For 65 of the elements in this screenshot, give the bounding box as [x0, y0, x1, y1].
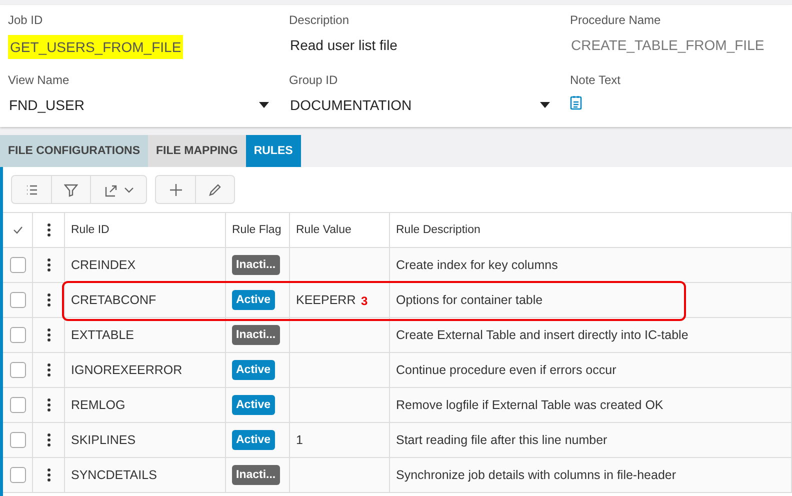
more-icon[interactable]: [46, 293, 50, 307]
dropdown-caret-icon[interactable]: [259, 102, 269, 108]
filter-icon: [64, 182, 78, 196]
table-cell: CREINDEX: [65, 248, 226, 283]
table-cell: SYNCDETAILS: [65, 458, 226, 493]
text-field[interactable]: Read user list file: [289, 35, 398, 55]
table-cell: IGNOREXEERROR: [65, 353, 226, 388]
chevron-down-icon: [124, 186, 134, 192]
table-cell: Create index for key columns: [390, 248, 792, 283]
row-checkbox[interactable]: [10, 467, 26, 483]
more-icon[interactable]: [46, 468, 50, 482]
note-icon[interactable]: [570, 95, 582, 110]
field-label: Job ID: [8, 13, 44, 27]
pencil-icon: [208, 182, 222, 196]
field-label: Note Text: [570, 73, 622, 87]
status-badge: Inacti...: [232, 325, 280, 345]
row-checkbox[interactable]: [10, 397, 26, 413]
status-badge: Active: [232, 360, 275, 380]
status-badge: Inacti...: [232, 465, 280, 485]
more-icon[interactable]: [46, 258, 50, 272]
more-icon[interactable]: [46, 363, 50, 377]
tab[interactable]: RULES: [246, 135, 301, 167]
select-field[interactable]: DOCUMENTATION: [289, 95, 413, 115]
more-icon[interactable]: [46, 398, 50, 412]
row-checkbox[interactable]: [10, 432, 26, 448]
table-cell: Synchronize job details with columns in file-header: [390, 458, 792, 493]
column-header[interactable]: Rule Value: [290, 213, 390, 248]
status-badge: Active: [232, 395, 275, 415]
select-field[interactable]: FND_USER: [8, 95, 86, 115]
field-label: Procedure Name: [570, 13, 662, 27]
table-cell: SKIPLINES: [65, 423, 226, 458]
status-badge: Inacti...: [232, 255, 280, 275]
table-cell: Start reading file after this line number: [390, 423, 792, 458]
field-label: View Name: [8, 73, 70, 87]
table-cell: Options for container table: [390, 283, 792, 318]
export-icon: [104, 182, 118, 196]
text-field[interactable]: GET_USERS_FROM_FILE: [8, 35, 184, 59]
table-cell: Remove logfile if External Table was created OK: [390, 388, 792, 423]
row-checkbox[interactable]: [10, 257, 26, 273]
list-icon: [24, 182, 38, 196]
table-cell: Create External Table and insert directly into IC-table: [390, 318, 792, 353]
status-badge: Active: [232, 430, 275, 450]
tab[interactable]: FILE MAPPING: [148, 135, 246, 167]
more-icon[interactable]: [46, 328, 50, 342]
row-checkbox[interactable]: [10, 327, 26, 343]
callout-number: 3: [361, 294, 368, 308]
row-checkbox[interactable]: [10, 362, 26, 378]
status-badge: Active: [232, 290, 275, 310]
dropdown-caret-icon[interactable]: [540, 102, 550, 108]
field-label: Group ID: [289, 73, 339, 87]
more-icon[interactable]: [46, 223, 50, 237]
more-icon[interactable]: [46, 433, 50, 447]
table-cell: 1: [290, 423, 390, 458]
plus-icon: [168, 182, 182, 196]
field-label: Description: [289, 13, 350, 27]
table-cell: EXTTABLE: [65, 318, 226, 353]
column-header[interactable]: Rule Flag: [226, 213, 290, 248]
column-header[interactable]: Rule ID: [65, 213, 226, 248]
table-cell: CRETABCONF: [65, 283, 226, 318]
row-checkbox[interactable]: [10, 292, 26, 308]
check-icon: [12, 226, 22, 234]
table-cell: REMLOG: [65, 388, 226, 423]
tab[interactable]: FILE CONFIGURATIONS: [0, 135, 148, 167]
column-header[interactable]: Rule Description: [390, 213, 792, 248]
table-cell: Continue procedure even if errors occur: [390, 353, 792, 388]
